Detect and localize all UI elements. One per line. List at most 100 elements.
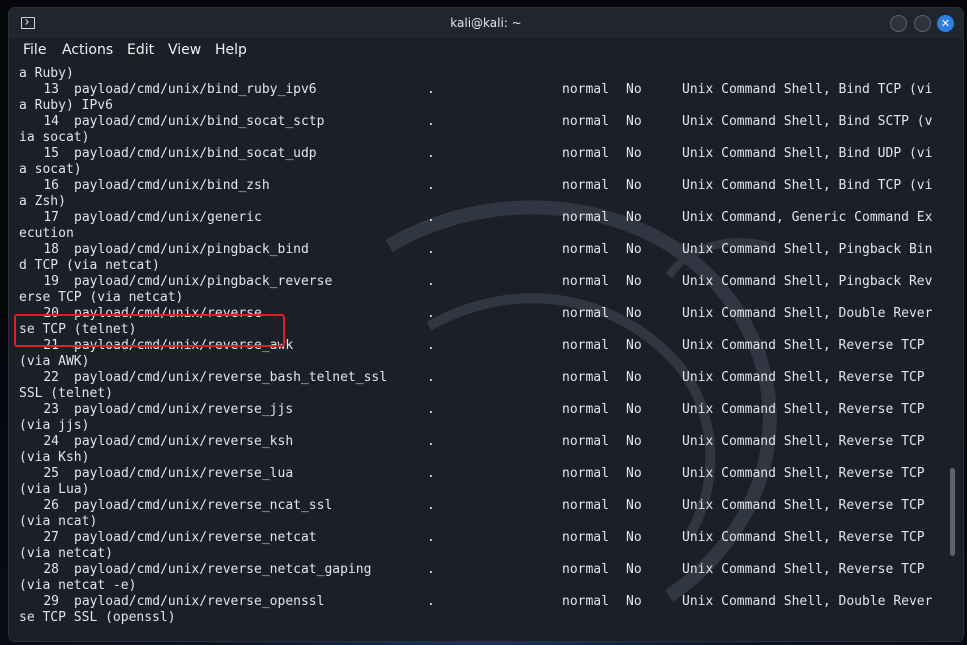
row-number: 26 bbox=[43, 498, 59, 513]
window-title: kali@kali: ~ bbox=[450, 16, 522, 30]
module-description: Unix Command Shell, Reverse TCP bbox=[682, 370, 925, 385]
row-number: 19 bbox=[43, 274, 59, 289]
row-number: 14 bbox=[43, 114, 59, 129]
title-bar[interactable]: kali@kali: ~ ✕ bbox=[9, 8, 963, 38]
module-check: No bbox=[626, 594, 642, 609]
menu-view[interactable]: View bbox=[168, 42, 201, 58]
minimize-icon[interactable] bbox=[890, 15, 907, 32]
module-description: Unix Command Shell, Bind TCP (vi bbox=[682, 82, 933, 97]
module-check: No bbox=[626, 242, 642, 257]
disclosure-date: . bbox=[427, 210, 435, 225]
row-number: 15 bbox=[43, 146, 59, 161]
module-description: Unix Command Shell, Bind SCTP (v bbox=[682, 114, 933, 129]
row-number: 17 bbox=[43, 210, 59, 225]
module-description: Unix Command Shell, Pingback Bin bbox=[682, 242, 933, 257]
module-check: No bbox=[626, 114, 642, 129]
module-rank: normal bbox=[562, 434, 609, 449]
module-path: payload/cmd/unix/reverse_netcat_gaping bbox=[74, 562, 372, 577]
menu-help[interactable]: Help bbox=[215, 42, 247, 58]
module-rank: normal bbox=[562, 210, 609, 225]
menu-actions[interactable]: Actions bbox=[62, 42, 113, 58]
module-path: payload/cmd/unix/pingback_reverse bbox=[74, 274, 333, 289]
highlight-annotation bbox=[14, 314, 285, 347]
module-path: payload/cmd/unix/reverse_bash_telnet_ssl bbox=[74, 370, 388, 385]
row-number: 13 bbox=[43, 82, 59, 97]
module-description: Unix Command Shell, Bind TCP (vi bbox=[682, 178, 933, 193]
row-number: 22 bbox=[43, 370, 59, 385]
row-number: 27 bbox=[43, 530, 59, 545]
row-continuation: a Ruby) IPv6 bbox=[19, 98, 113, 113]
module-description: Unix Command Shell, Reverse TCP bbox=[682, 562, 925, 577]
module-description: Unix Command Shell, Double Rever bbox=[682, 306, 933, 321]
row-continuation: (via netcat) bbox=[19, 546, 113, 561]
module-rank: normal bbox=[562, 594, 609, 609]
disclosure-date: . bbox=[427, 434, 435, 449]
scrollbar-thumb[interactable] bbox=[950, 468, 955, 556]
module-description: Unix Command Shell, Double Rever bbox=[682, 594, 933, 609]
module-rank: normal bbox=[562, 82, 609, 97]
row-number: 18 bbox=[43, 242, 59, 257]
module-rank: normal bbox=[562, 274, 609, 289]
module-check: No bbox=[626, 466, 642, 481]
module-check: No bbox=[626, 562, 642, 577]
maximize-icon[interactable] bbox=[914, 15, 931, 32]
menu-file[interactable]: File bbox=[23, 42, 46, 58]
module-description: Unix Command, Generic Command Ex bbox=[682, 210, 933, 225]
module-check: No bbox=[626, 306, 642, 321]
module-description: Unix Command Shell, Reverse TCP bbox=[682, 498, 925, 513]
row-continuation: d TCP (via netcat) bbox=[19, 258, 160, 273]
row-continuation: a socat) bbox=[19, 162, 82, 177]
module-check: No bbox=[626, 498, 642, 513]
row-number: 25 bbox=[43, 466, 59, 481]
row-continuation: (via ncat) bbox=[19, 514, 98, 529]
row-continuation: (via Lua) bbox=[19, 482, 90, 497]
row-number: 24 bbox=[43, 434, 59, 449]
disclosure-date: . bbox=[427, 402, 435, 417]
module-path: payload/cmd/unix/reverse_lua bbox=[74, 466, 294, 481]
module-path: payload/cmd/unix/bind_socat_udp bbox=[74, 146, 317, 161]
module-path: payload/cmd/unix/bind_zsh bbox=[74, 178, 270, 193]
row-continuation: se TCP SSL (openssl) bbox=[19, 610, 176, 625]
module-rank: normal bbox=[562, 498, 609, 513]
row-continuation: (via Ksh) bbox=[19, 450, 90, 465]
module-description: Unix Command Shell, Reverse TCP bbox=[682, 434, 925, 449]
close-icon[interactable]: ✕ bbox=[937, 15, 954, 32]
module-path: payload/cmd/unix/bind_socat_sctp bbox=[74, 114, 325, 129]
module-description: Unix Command Shell, Reverse TCP bbox=[682, 338, 925, 353]
module-rank: normal bbox=[562, 178, 609, 193]
row-continuation: ia socat) bbox=[19, 130, 90, 145]
module-rank: normal bbox=[562, 530, 609, 545]
module-check: No bbox=[626, 370, 642, 385]
row-continuation: erse TCP (via netcat) bbox=[19, 290, 184, 305]
module-rank: normal bbox=[562, 402, 609, 417]
row-continuation: ecution bbox=[19, 226, 74, 241]
module-check: No bbox=[626, 338, 642, 353]
disclosure-date: . bbox=[427, 82, 435, 97]
disclosure-date: . bbox=[427, 562, 435, 577]
row-continuation: SSL (telnet) bbox=[19, 386, 113, 401]
row-number: 28 bbox=[43, 562, 59, 577]
module-path: payload/cmd/unix/pingback_bind bbox=[74, 242, 309, 257]
terminal-window: kali@kali: ~ ✕ File Actions Edit View He… bbox=[9, 8, 963, 641]
disclosure-date: . bbox=[427, 594, 435, 609]
module-check: No bbox=[626, 402, 642, 417]
disclosure-date: . bbox=[427, 498, 435, 513]
module-path: payload/cmd/unix/reverse_openssl bbox=[74, 594, 325, 609]
module-check: No bbox=[626, 178, 642, 193]
module-check: No bbox=[626, 146, 642, 161]
module-path: payload/cmd/unix/reverse_ncat_ssl bbox=[74, 498, 333, 513]
module-check: No bbox=[626, 530, 642, 545]
module-rank: normal bbox=[562, 562, 609, 577]
terminal-output[interactable]: a Ruby) 13 payload/cmd/unix/bind_ruby_ipv… bbox=[9, 66, 963, 641]
module-description: Unix Command Shell, Reverse TCP bbox=[682, 402, 925, 417]
row-number: 29 bbox=[43, 594, 59, 609]
module-rank: normal bbox=[562, 306, 609, 321]
disclosure-date: . bbox=[427, 338, 435, 353]
module-check: No bbox=[626, 82, 642, 97]
module-description: Unix Command Shell, Bind UDP (vi bbox=[682, 146, 933, 161]
module-path: payload/cmd/unix/generic bbox=[74, 210, 262, 225]
menu-edit[interactable]: Edit bbox=[127, 42, 154, 58]
disclosure-date: . bbox=[427, 530, 435, 545]
disclosure-date: . bbox=[427, 370, 435, 385]
module-check: No bbox=[626, 210, 642, 225]
